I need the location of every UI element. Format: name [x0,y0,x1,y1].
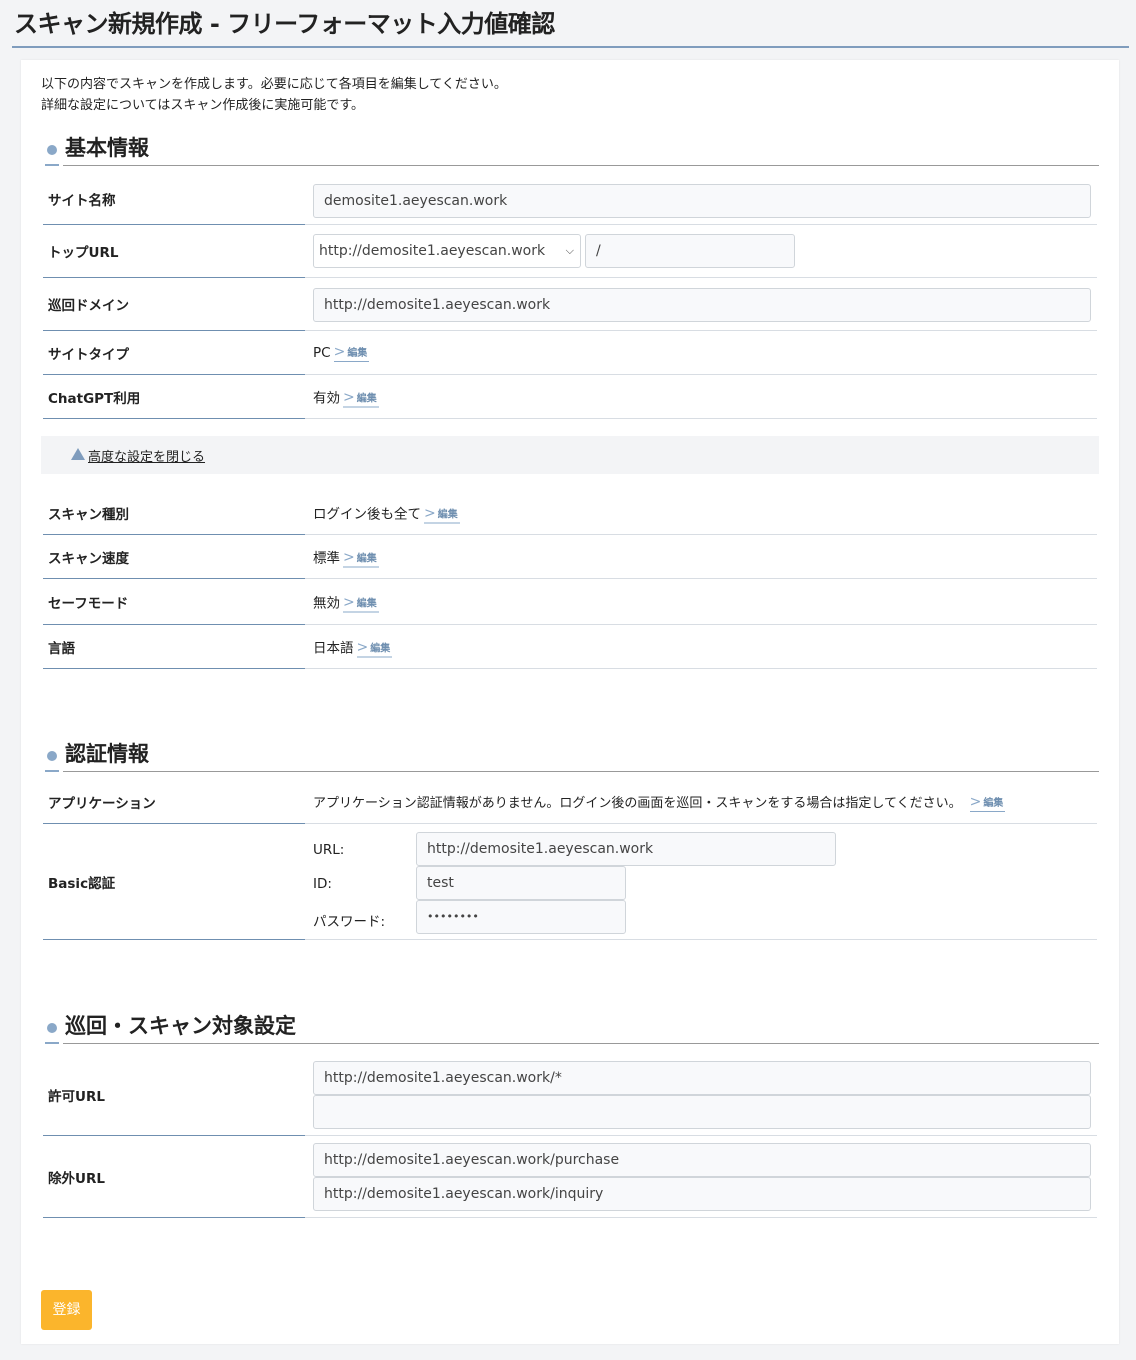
top-url-label: トップURL [48,245,119,261]
row-scan-type: スキャン種別 ログイン後も全て > 編集 [43,491,1097,535]
row-exclude-url: 除外URL http://demosite1.aeyescan.work/pur… [43,1136,1097,1218]
language-label: 言語 [48,640,75,657]
scan-speed-label: スキャン速度 [48,550,129,567]
chevron-right-icon: > [343,594,355,610]
basic-auth-password-label: パスワード: [313,914,386,930]
site-name-label: サイト名称 [48,193,116,209]
row-language: 言語 日本語 > 編集 [43,625,1097,669]
scan-speed-value: 標準 [313,550,340,566]
application-value: アプリケーション認証情報がありません。ログイン後の画面を巡回・スキャンをする場合… [313,795,962,811]
top-url-path-input[interactable]: / [585,234,795,268]
section-title: 認証情報 [65,742,149,766]
language-value: 日本語 [313,640,354,656]
exclude-url-input-1[interactable]: http://demosite1.aeyescan.work/purchase [313,1143,1091,1177]
scan-speed-edit-link[interactable]: > 編集 [343,549,379,567]
language-edit-link[interactable]: > 編集 [356,639,393,657]
basic-auth-id-input[interactable]: test [416,866,626,900]
exclude-url-input-2[interactable]: http://demosite1.aeyescan.work/inquiry [313,1177,1091,1211]
site-name-input[interactable]: demosite1.aeyescan.work [313,184,1091,218]
site-type-label: サイトタイプ [48,346,129,363]
basic-auth-password-input[interactable]: •••••••• [416,900,626,934]
domain-label: 巡回ドメイン [48,298,129,314]
row-application: アプリケーション アプリケーション認証情報がありません。ログイン後の画面を巡回・… [43,780,1097,824]
chevron-right-icon: > [424,505,436,521]
row-safe-mode: セーフモード 無効 > 編集 [43,579,1097,625]
row-domain: 巡回ドメイン http://demosite1.aeyescan.work [43,278,1097,331]
site-type-edit-link[interactable]: > 編集 [333,343,370,362]
page-title: スキャン新規作成 - フリーフォーマット入力値確認 [12,0,1129,48]
site-type-value: PC [313,344,331,361]
basic-auth-url-input[interactable]: http://demosite1.aeyescan.work [416,832,836,866]
submit-button[interactable]: 登録 [41,1290,92,1330]
section-heading-basic: 基本情報 [45,134,1099,166]
section-title: 巡回・スキャン対象設定 [65,1014,296,1038]
edit-label: 編集 [437,509,458,520]
basic-auth-label: Basic認証 [48,875,116,892]
advanced-settings-close-link[interactable]: 高度な設定を閉じる [88,446,205,465]
row-allow-url: 許可URL http://demosite1.aeyescan.work/* [43,1054,1097,1136]
chevron-down-icon: ⌵ [565,244,574,257]
application-edit-link[interactable]: > 編集 [969,793,1006,812]
advanced-settings-toggle-bar: 高度な設定を閉じる [41,436,1099,474]
intro-line-1: 以下の内容でスキャンを作成します。必要に応じて各項目を編集してください。 [41,77,507,92]
domain-input[interactable]: http://demosite1.aeyescan.work [313,288,1091,322]
basic-auth-url-label: URL: [313,842,345,858]
intro-line-2: 詳細な設定についてはスキャン作成後に実施可能です。 [41,98,365,113]
intro-text: 以下の内容でスキャンを作成します。必要に応じて各項目を編集してください。 詳細な… [41,74,507,116]
top-url-select[interactable]: http://demosite1.aeyescan.work ⌵ [313,234,581,268]
edit-label: 編集 [356,393,377,404]
application-label: アプリケーション [48,795,156,812]
basic-auth-id-label: ID: [313,876,332,892]
scan-type-label: スキャン種別 [48,506,129,523]
main-panel: 以下の内容でスキャンを作成します。必要に応じて各項目を編集してください。 詳細な… [21,60,1119,1344]
section-heading-auth: 認証情報 [45,740,1099,772]
chatgpt-edit-link[interactable]: > 編集 [343,389,379,407]
row-top-url: トップURL http://demosite1.aeyescan.work ⌵ … [43,225,1097,278]
exclude-url-label: 除外URL [48,1170,105,1187]
triangle-up-icon [71,448,85,460]
bullet-icon [47,145,57,155]
row-site-type: サイトタイプ PC > 編集 [43,331,1097,375]
chevron-right-icon: > [356,639,369,655]
safe-mode-value: 無効 [313,595,340,611]
row-basic-auth: Basic認証 URL: http://demosite1.aeyescan.w… [43,824,1097,940]
allow-url-input-2[interactable] [313,1095,1091,1129]
edit-label: 編集 [370,643,391,654]
edit-label: 編集 [347,347,368,359]
bullet-icon [47,1023,57,1033]
bullet-icon [47,751,57,761]
chatgpt-label: ChatGPT利用 [48,390,141,407]
safe-mode-label: セーフモード [48,595,129,612]
chevron-right-icon: > [343,389,355,405]
edit-label: 編集 [983,797,1004,809]
top-url-select-value: http://demosite1.aeyescan.work [319,243,546,259]
chevron-right-icon: > [969,793,982,810]
allow-url-input-1[interactable]: http://demosite1.aeyescan.work/* [313,1061,1091,1095]
safe-mode-edit-link[interactable]: > 編集 [343,594,379,612]
allow-url-label: 許可URL [48,1088,105,1105]
row-scan-speed: スキャン速度 標準 > 編集 [43,535,1097,579]
edit-label: 編集 [356,553,377,564]
scan-type-edit-link[interactable]: > 編集 [424,505,460,523]
section-title: 基本情報 [65,136,149,160]
row-chatgpt: ChatGPT利用 有効 > 編集 [43,375,1097,419]
chatgpt-value: 有効 [313,390,340,406]
scan-type-value: ログイン後も全て [313,506,421,522]
row-site-name: サイト名称 demosite1.aeyescan.work [43,174,1097,225]
chevron-right-icon: > [333,343,346,360]
section-heading-target: 巡回・スキャン対象設定 [45,1012,1099,1044]
chevron-right-icon: > [343,549,355,565]
edit-label: 編集 [356,598,377,609]
